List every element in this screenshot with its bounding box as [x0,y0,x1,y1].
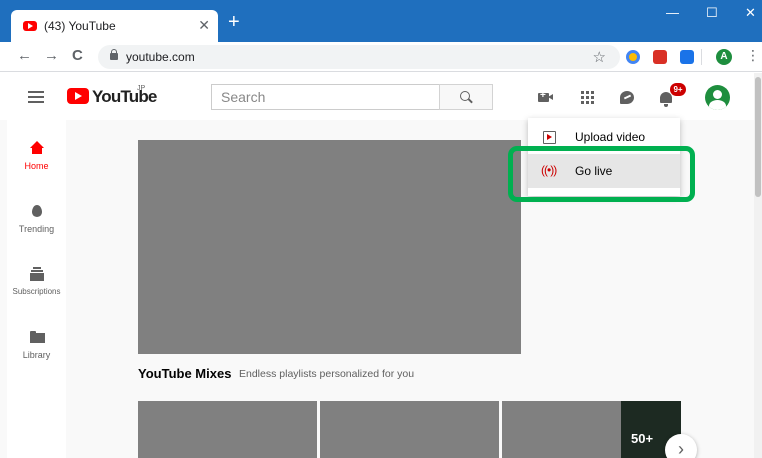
flame-icon [30,204,44,218]
scrollbar-thumb[interactable] [755,77,761,197]
browser-toolbar: ← → C youtube.com ☆ [0,42,762,72]
notification-badge: 9+ [670,83,686,96]
shelf-next-button[interactable]: › [665,434,697,458]
mix-thumbnail[interactable] [502,401,621,458]
browser-titlebar: (43) YouTube ✕ + — ☐ ✕ [0,0,762,42]
featured-video-thumbnail[interactable] [138,140,521,354]
back-button[interactable]: ← [17,48,32,64]
url-text[interactable]: youtube.com [126,50,195,64]
browser-profile-avatar[interactable]: A [716,49,732,65]
mix-thumbnail[interactable] [320,401,499,458]
tab-close-icon[interactable]: ✕ [198,17,210,33]
country-code: JP [137,85,146,92]
home-icon [29,141,44,155]
toolbar-divider [701,49,702,65]
search-button[interactable] [439,84,493,110]
folder-icon [29,330,45,344]
guide-label-library: Library [22,350,51,360]
guide-item-library[interactable]: Library [7,330,66,360]
search-input[interactable]: Search [211,84,440,110]
mix-video-count: 50+ [631,431,654,446]
extension-pdf-icon[interactable] [653,50,667,64]
browser-menu-icon[interactable]: ⋮ [746,47,760,64]
extension-trello-icon[interactable] [680,50,694,64]
close-window-button[interactable]: ✕ [745,6,756,20]
maximize-button[interactable]: ☐ [706,6,718,20]
menu-label-upload-video: Upload video [575,130,646,144]
messages-icon[interactable] [617,87,637,107]
apps-grid-icon[interactable] [577,87,597,107]
mix-thumbnail[interactable] [138,401,317,458]
search-icon [460,91,470,101]
hamburger-menu-icon[interactable] [28,91,44,103]
tab-title: (43) YouTube [44,19,116,33]
new-tab-button[interactable]: + [228,12,240,32]
guide-item-trending[interactable]: Trending [7,204,66,234]
minimize-button[interactable]: — [666,6,679,20]
search-placeholder: Search [221,89,266,105]
guide-item-subscriptions[interactable]: Subscriptions [7,267,66,296]
guide-item-home[interactable]: Home [7,141,66,171]
highlight-box [508,146,695,202]
youtube-masthead: YouTube JP Search 9+ [0,73,762,120]
bookmark-star-icon[interactable]: ☆ [593,48,606,66]
youtube-logo-icon[interactable] [67,88,89,104]
create-video-icon[interactable] [536,87,556,107]
youtube-favicon-icon [23,21,37,31]
subscriptions-icon [29,267,44,281]
guide-label-subscriptions: Subscriptions [12,287,61,296]
extension-chrome-icon[interactable] [626,50,640,64]
forward-button[interactable]: → [44,48,59,64]
shelf-title[interactable]: YouTube Mixes [138,366,231,381]
guide-label-trending: Trending [18,224,55,234]
left-guide: Home Trending Subscriptions Library [7,120,66,458]
guide-label-home: Home [24,161,49,171]
shelf-subtitle: Endless playlists personalized for you [239,368,415,380]
upload-video-icon [543,131,556,144]
address-bar[interactable]: youtube.com ☆ [98,45,620,69]
lock-icon [110,49,118,60]
page-scrollbar[interactable] [754,73,762,458]
reload-button[interactable]: C [72,48,83,64]
browser-tab[interactable]: (43) YouTube ✕ [11,10,218,42]
user-avatar[interactable] [705,85,730,110]
youtube-wordmark[interactable]: YouTube [92,87,157,107]
